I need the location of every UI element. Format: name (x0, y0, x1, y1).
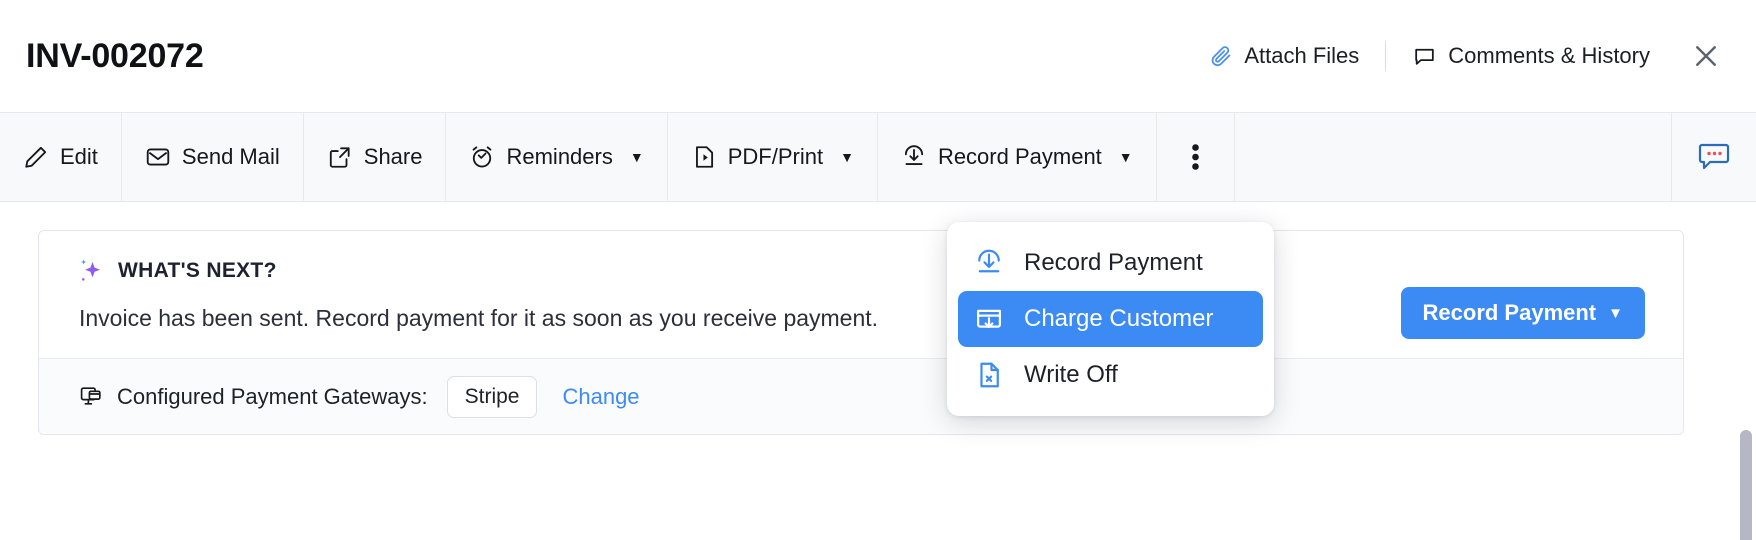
file-x-icon (974, 360, 1004, 390)
toolbar-more-options-button[interactable] (1157, 113, 1235, 201)
menu-item-charge-customer[interactable]: Charge Customer (958, 291, 1263, 347)
attach-files-label: Attach Files (1244, 43, 1360, 68)
whats-next-card: WHAT'S NEXT? Invoice has been sent. Reco… (38, 230, 1684, 436)
download-payment-icon (901, 144, 927, 170)
whats-next-record-payment-button[interactable]: Record Payment ▼ (1400, 287, 1645, 339)
payment-gateways-row: Configured Payment Gateways: Stripe Chan… (39, 358, 1683, 435)
menu-item-write-off-label: Write Off (1024, 361, 1118, 388)
whats-next-top: WHAT'S NEXT? Invoice has been sent. Reco… (39, 231, 1683, 358)
menu-item-charge-customer-label: Charge Customer (1024, 305, 1214, 332)
scrollbar-thumb[interactable] (1740, 430, 1752, 540)
header-divider (1385, 41, 1387, 71)
sparkle-icon (79, 257, 105, 285)
whats-next-title-row: WHAT'S NEXT? (79, 257, 1683, 285)
card-down-icon (974, 304, 1004, 334)
alarm-check-icon (469, 144, 495, 170)
toolbar-chat-button[interactable] (1672, 113, 1756, 201)
record-payment-dropdown-menu: Record Payment Charge Customer Write Off (947, 222, 1274, 416)
invoice-detail-page: INV-002072 Attach Files Comments & Histo… (0, 0, 1756, 540)
share-icon (327, 144, 353, 170)
page-title: INV-002072 (26, 36, 204, 75)
toolbar-reminders-label: Reminders (506, 144, 613, 169)
chevron-down-icon: ▼ (1608, 304, 1623, 322)
whats-next-title: WHAT'S NEXT? (118, 259, 277, 282)
whats-next-cta-label: Record Payment (1422, 300, 1597, 325)
toolbar-edit-button[interactable]: Edit (0, 113, 122, 201)
header-actions: Attach Files Comments & History (1197, 34, 1728, 78)
chevron-down-icon: ▼ (840, 149, 854, 165)
action-toolbar: Edit Send Mail Share Reminders ▼ PDF/Pri… (0, 112, 1756, 202)
change-gateway-link[interactable]: Change (562, 384, 639, 410)
toolbar-record-payment-label: Record Payment (937, 144, 1102, 169)
payment-gateway-chip: Stripe (446, 375, 538, 418)
menu-item-record-payment-label: Record Payment (1024, 249, 1203, 276)
toolbar-record-payment-button[interactable]: Record Payment ▼ (878, 113, 1157, 201)
paperclip-icon (1209, 44, 1233, 68)
toolbar-share-button[interactable]: Share (304, 113, 447, 201)
comments-history-button[interactable]: Comments & History (1400, 37, 1662, 75)
monitor-card-icon (79, 384, 104, 409)
toolbar-share-label: Share (363, 144, 423, 169)
comment-bubble-icon (1412, 44, 1437, 69)
toolbar-spacer (1235, 113, 1672, 201)
page-header: INV-002072 Attach Files Comments & Histo… (0, 0, 1756, 112)
toolbar-pdf-print-button[interactable]: PDF/Print ▼ (668, 113, 878, 201)
toolbar-edit-label: Edit (60, 144, 98, 169)
toolbar-pdf-print-label: PDF/Print (727, 144, 824, 169)
content-area: WHAT'S NEXT? Invoice has been sent. Reco… (0, 202, 1756, 540)
envelope-icon (145, 144, 171, 170)
menu-item-write-off[interactable]: Write Off (958, 347, 1263, 403)
close-button[interactable] (1684, 34, 1728, 78)
chevron-down-icon: ▼ (629, 149, 644, 165)
payment-gateways-label: Configured Payment Gateways: (117, 383, 428, 409)
comments-history-label: Comments & History (1448, 43, 1650, 68)
kebab-dots-icon (1191, 144, 1199, 170)
attach-files-button[interactable]: Attach Files (1197, 37, 1371, 75)
chevron-down-icon: ▼ (1118, 149, 1133, 165)
download-circle-icon (974, 248, 1004, 278)
toolbar-send-mail-button[interactable]: Send Mail (122, 113, 304, 201)
toolbar-send-mail-label: Send Mail (181, 144, 280, 169)
toolbar-reminders-button[interactable]: Reminders ▼ (446, 113, 668, 201)
chat-dots-icon (1698, 142, 1730, 172)
vertical-scrollbar[interactable] (1740, 430, 1752, 540)
menu-item-record-payment[interactable]: Record Payment (958, 235, 1263, 291)
pdf-file-icon (691, 144, 717, 170)
pencil-icon (23, 144, 49, 170)
